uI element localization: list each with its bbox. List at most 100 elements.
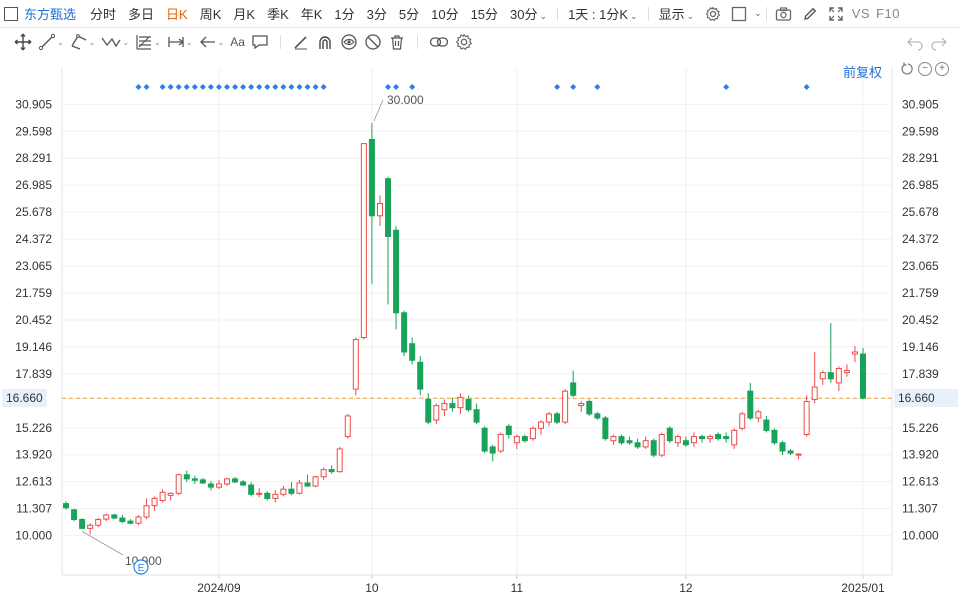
wave-tool-icon[interactable]: ⌄ bbox=[101, 31, 129, 53]
y-tick-label-left: 17.839 bbox=[15, 367, 52, 381]
candle-down bbox=[698, 436, 705, 440]
y-tick-label-right: 28.291 bbox=[902, 151, 939, 165]
candle-up bbox=[843, 370, 850, 374]
candle-up bbox=[578, 403, 585, 407]
camera-icon[interactable] bbox=[773, 3, 795, 25]
y-tick-label-left: 19.146 bbox=[15, 340, 52, 354]
zoom-in-icon[interactable]: + bbox=[935, 62, 949, 76]
vs-compare-button[interactable]: VS bbox=[852, 6, 870, 21]
sidebar-toggle-icon[interactable] bbox=[4, 6, 18, 21]
adjust-mode-button[interactable]: 前复权 bbox=[843, 62, 882, 81]
zoom-out-icon[interactable]: − bbox=[918, 62, 932, 76]
pencil-icon[interactable] bbox=[799, 3, 821, 25]
candle-up bbox=[795, 453, 802, 456]
candle-up bbox=[674, 436, 681, 444]
settings-icon[interactable] bbox=[455, 31, 473, 53]
period-tab-quarterly[interactable]: 季K bbox=[267, 4, 289, 23]
multi-period-select[interactable]: 1天 : 1分K ⌄ bbox=[568, 4, 638, 23]
hide-icon[interactable] bbox=[364, 31, 382, 53]
candle-up bbox=[143, 505, 150, 518]
event-dot bbox=[167, 84, 174, 90]
period-30min-label: 30分 bbox=[510, 7, 538, 22]
candle-down bbox=[723, 436, 730, 440]
x-tick-label: 2025/01 bbox=[841, 581, 885, 595]
fullscreen-icon[interactable] bbox=[825, 3, 847, 25]
candle-down bbox=[779, 442, 786, 452]
line-tool-icon[interactable]: ⌄ bbox=[38, 31, 64, 53]
comment-tool-icon[interactable] bbox=[251, 31, 269, 53]
trash-icon[interactable] bbox=[388, 31, 406, 53]
event-dot bbox=[393, 84, 400, 90]
period-tab-15min[interactable]: 15分 bbox=[471, 4, 498, 23]
candle-down bbox=[626, 440, 633, 444]
period-tab-daily[interactable]: 日K bbox=[166, 4, 188, 23]
link-icon[interactable] bbox=[429, 31, 449, 53]
period-tab-30min[interactable]: 30分 ⌄ bbox=[510, 4, 547, 23]
magnet-icon[interactable] bbox=[316, 31, 334, 53]
arrow-tool-icon[interactable]: ⌄ bbox=[199, 31, 225, 53]
candle-down bbox=[127, 520, 134, 524]
period-tab-multiday[interactable]: 多日 bbox=[128, 4, 154, 23]
measure-tool-icon[interactable]: ⌄ bbox=[167, 31, 193, 53]
candle-down bbox=[425, 398, 432, 423]
period-tab-weekly[interactable]: 周K bbox=[200, 4, 222, 23]
candle-down bbox=[747, 390, 754, 419]
candlestick-chart[interactable]: 30.905 30.905 29.598 29.598 28.291 28.291 26.9… bbox=[0, 56, 960, 608]
period-tab-10min[interactable]: 10分 bbox=[431, 4, 458, 23]
channel-tool-icon[interactable]: ⌄ bbox=[70, 31, 95, 53]
candle-down bbox=[481, 427, 488, 452]
candle-up bbox=[215, 483, 222, 488]
redo-icon[interactable] bbox=[930, 31, 948, 53]
candle-up bbox=[690, 436, 697, 444]
eye-icon[interactable] bbox=[340, 31, 358, 53]
event-dot bbox=[554, 84, 561, 90]
event-dot bbox=[594, 84, 601, 90]
period-tab-5min[interactable]: 5分 bbox=[399, 4, 419, 23]
y-tick-label-right: 15.226 bbox=[902, 421, 939, 435]
chevron-down-icon: ⌄ bbox=[217, 37, 225, 47]
display-menu[interactable]: 显示 ⌄ bbox=[659, 4, 695, 23]
event-dot bbox=[320, 84, 327, 90]
top-bar: 东方甄选 分时 多日 日K 周K 月K 季K 年K 1分 3分 5分 10分 1… bbox=[0, 0, 960, 28]
candle-down bbox=[232, 478, 239, 483]
period-tab-monthly[interactable]: 月K bbox=[233, 4, 255, 23]
candle-down bbox=[586, 400, 593, 415]
candle-down bbox=[465, 398, 472, 411]
candle-down bbox=[288, 488, 295, 494]
candle-up bbox=[457, 396, 464, 409]
period-tab-1min[interactable]: 1分 bbox=[334, 4, 354, 23]
crosshair-move-icon[interactable] bbox=[14, 31, 32, 53]
period-tab-yearly[interactable]: 年K bbox=[301, 4, 323, 23]
period-tab-timeshare[interactable]: 分时 bbox=[90, 4, 116, 23]
y-tick-label-right: 13.920 bbox=[902, 448, 939, 462]
fib-tool-icon[interactable]: ⌄ bbox=[135, 31, 161, 53]
y-tick-label-left: 26.985 bbox=[15, 178, 52, 192]
text-tool-icon[interactable]: Aa bbox=[230, 31, 245, 53]
y-tick-label-left: 11.307 bbox=[16, 502, 52, 516]
event-dot bbox=[723, 84, 730, 90]
checkbox-icon[interactable] bbox=[728, 3, 750, 25]
f10-button[interactable]: F10 bbox=[876, 6, 900, 21]
display-label: 显示 bbox=[658, 7, 685, 22]
stock-name[interactable]: 东方甄选 bbox=[24, 4, 76, 23]
candle-up bbox=[360, 143, 367, 339]
y-tick-label-left: 21.759 bbox=[15, 286, 52, 300]
y-tick-label-left: 10.000 bbox=[15, 529, 52, 543]
candle-down bbox=[63, 503, 69, 509]
candle-up bbox=[224, 478, 231, 485]
undo-icon[interactable] bbox=[906, 31, 924, 53]
y-tick-label-left: 15.226 bbox=[15, 421, 52, 435]
settings-icon[interactable] bbox=[702, 3, 724, 25]
candle-down bbox=[240, 481, 247, 486]
reset-icon[interactable] bbox=[901, 62, 915, 76]
y-tick-label-right: 12.613 bbox=[902, 475, 939, 489]
pen-tool-icon[interactable] bbox=[292, 31, 310, 53]
event-dot bbox=[135, 84, 142, 90]
candle-down bbox=[111, 514, 118, 519]
x-tick-label: 10 bbox=[365, 581, 379, 595]
candle-down bbox=[417, 361, 424, 390]
chevron-down-icon[interactable]: ⌄ bbox=[754, 8, 762, 19]
period-tab-3min[interactable]: 3分 bbox=[367, 4, 387, 23]
y-tick-label-left: 28.291 bbox=[15, 151, 52, 165]
y-tick-label-right: 30.905 bbox=[902, 97, 939, 111]
